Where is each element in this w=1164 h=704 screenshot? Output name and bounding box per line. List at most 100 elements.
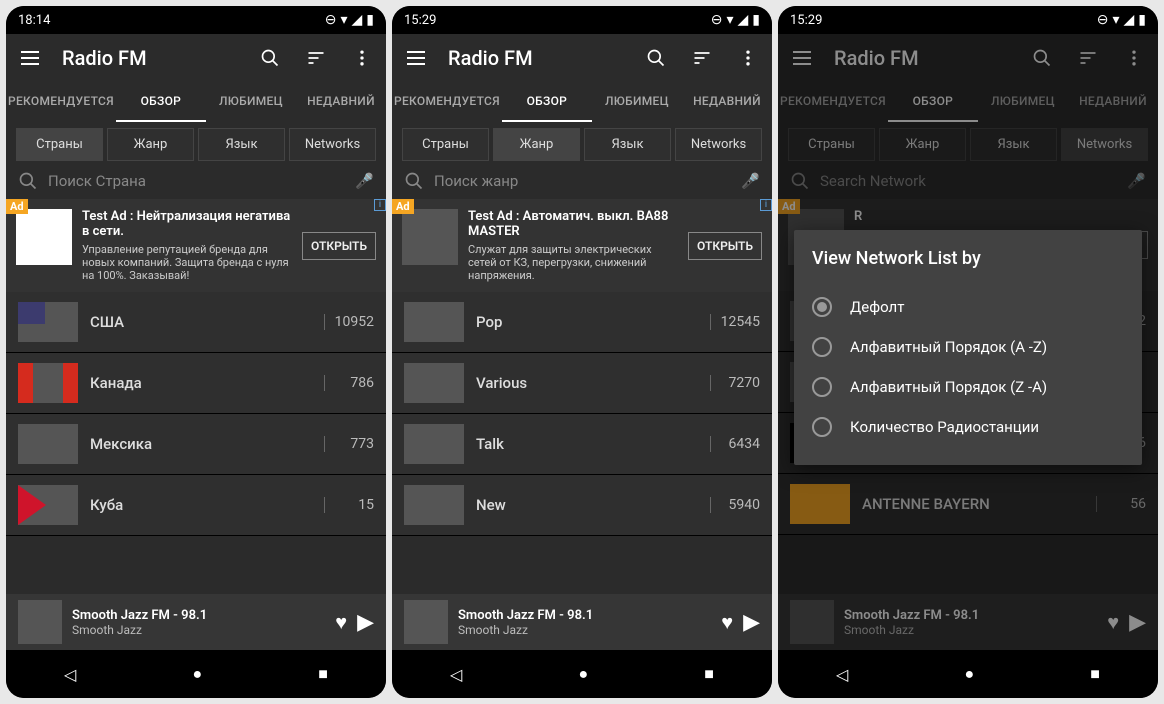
option-label: Алфавитный Порядок (Z -A) [850,378,1047,396]
subtab-language[interactable]: Язык [970,128,1057,161]
ad-info-icon[interactable]: i [760,199,772,211]
list-item[interactable]: Канада 786 [6,353,386,414]
tab-browse[interactable]: ОБЗОР [502,82,592,122]
radio-icon[interactable] [812,337,832,357]
search-icon[interactable] [256,44,284,72]
np-subtitle: Smooth Jazz [844,623,1097,637]
ad-image [402,209,458,265]
country-list[interactable]: США 10952 Канада 786 Мексика 773 Куба 15 [6,292,386,594]
now-playing-bar[interactable]: Smooth Jazz FM - 98.1 Smooth Jazz ♥ ▶ [392,594,772,650]
tab-recent[interactable]: НЕДАВНИЙ [682,82,772,122]
play-icon[interactable]: ▶ [1129,610,1146,635]
np-subtitle: Smooth Jazz [458,623,711,637]
app-bar: Radio FM [6,34,386,82]
subtab-countries[interactable]: Страны [402,128,489,161]
back-icon[interactable]: ◁ [450,665,462,684]
home-icon[interactable]: ● [192,664,202,684]
search-row[interactable]: Поиск Страна 🎤 [6,167,386,199]
sort-icon[interactable] [1074,44,1102,72]
nav-bar: ◁ ● ■ [778,650,1158,698]
mic-icon[interactable]: 🎤 [741,172,760,190]
tab-recent[interactable]: НЕДАВНИЙ [1068,82,1158,122]
home-icon[interactable]: ● [964,664,974,684]
heart-icon[interactable]: ♥ [335,610,347,635]
mic-icon[interactable]: 🎤 [355,172,374,190]
recents-icon[interactable]: ■ [704,664,714,684]
tab-browse[interactable]: ОБЗОР [888,82,978,122]
recents-icon[interactable]: ■ [318,664,328,684]
genre-icon [404,485,464,525]
subtab-countries[interactable]: Страны [16,128,103,161]
tab-favorite[interactable]: ЛЮБИМЕЦ [592,82,682,122]
menu-icon[interactable] [402,44,430,72]
item-count: 56 [1096,496,1146,512]
radio-icon[interactable] [812,377,832,397]
tab-favorite[interactable]: ЛЮБИМЕЦ [206,82,296,122]
overflow-icon[interactable] [348,44,376,72]
menu-icon[interactable] [16,44,44,72]
play-icon[interactable]: ▶ [357,610,374,635]
subtab-genre[interactable]: Жанр [879,128,966,161]
overflow-icon[interactable] [1120,44,1148,72]
dialog-option[interactable]: Алфавитный Порядок (A -Z) [812,327,1124,367]
back-icon[interactable]: ◁ [64,665,76,684]
back-icon[interactable]: ◁ [836,665,848,684]
dialog-option[interactable]: Количество Радиостанции [812,407,1124,447]
sort-icon[interactable] [302,44,330,72]
option-label: Дефолт [850,298,904,316]
tab-favorite[interactable]: ЛЮБИМЕЦ [978,82,1068,122]
ad-banner[interactable]: Ad i Test Ad : Нейтрализация негатива в … [6,199,386,292]
ad-info-icon[interactable]: i [374,199,386,211]
search-row[interactable]: Поиск жанр 🎤 [392,167,772,199]
list-item[interactable]: Various 7270 [392,353,772,414]
subtab-countries[interactable]: Страны [788,128,875,161]
subtab-language[interactable]: Язык [198,128,285,161]
tab-recommended[interactable]: РЕКОМЕНДУЕТСЯ [778,82,888,122]
sort-icon[interactable] [688,44,716,72]
mic-icon[interactable]: 🎤 [1127,172,1146,190]
subtab-networks[interactable]: Networks [1061,128,1148,161]
genre-list[interactable]: Pop 12545 Various 7270 Talk 6434 New 594… [392,292,772,594]
search-icon[interactable] [642,44,670,72]
list-item[interactable]: Pop 12545 [392,292,772,353]
subtab-genre[interactable]: Жанр [493,128,580,161]
tab-recommended[interactable]: РЕКОМЕНДУЕТСЯ [392,82,502,122]
dialog-option[interactable]: Алфавитный Порядок (Z -A) [812,367,1124,407]
now-playing-bar[interactable]: Smooth Jazz FM - 98.1 Smooth Jazz ♥ ▶ [6,594,386,650]
recents-icon[interactable]: ■ [1090,664,1100,684]
subtab-networks[interactable]: Networks [289,128,376,161]
ad-cta-button[interactable]: ОТКРЫТЬ [302,232,376,260]
item-count: 6434 [710,436,760,452]
nav-bar: ◁ ● ■ [392,650,772,698]
ad-body: Управление репутацией бренда для новых к… [82,243,292,282]
search-icon[interactable] [1028,44,1056,72]
home-icon[interactable]: ● [578,664,588,684]
list-item[interactable]: Мексика 773 [6,414,386,475]
ad-banner[interactable]: Ad i Test Ad : Автоматич. выкл. BA88 MAS… [392,199,772,292]
heart-icon[interactable]: ♥ [1107,610,1119,635]
list-item[interactable]: ANTENNE BAYERN 56 [778,474,1158,535]
tab-browse[interactable]: ОБЗОР [116,82,206,122]
now-playing-bar[interactable]: Smooth Jazz FM - 98.1 Smooth Jazz ♥ ▶ [778,594,1158,650]
radio-icon[interactable] [812,297,832,317]
ad-cta-button[interactable]: ОТКРЫТЬ [688,232,762,260]
menu-icon[interactable] [788,44,816,72]
tab-recommended[interactable]: РЕКОМЕНДУЕТСЯ [6,82,116,122]
list-item[interactable]: Куба 15 [6,475,386,536]
subtab-networks[interactable]: Networks [675,128,762,161]
tab-recent[interactable]: НЕДАВНИЙ [296,82,386,122]
list-item[interactable]: New 5940 [392,475,772,536]
play-icon[interactable]: ▶ [743,610,760,635]
page-title: Radio FM [62,46,238,70]
list-item[interactable]: США 10952 [6,292,386,353]
subtab-language[interactable]: Язык [584,128,671,161]
heart-icon[interactable]: ♥ [721,610,733,635]
np-title: Smooth Jazz FM - 98.1 [72,608,325,623]
dialog-option[interactable]: Дефолт [812,287,1124,327]
radio-icon[interactable] [812,417,832,437]
list-item[interactable]: Talk 6434 [392,414,772,475]
subtab-genre[interactable]: Жанр [107,128,194,161]
search-row[interactable]: Search Network 🎤 [778,167,1158,199]
overflow-icon[interactable] [734,44,762,72]
nav-bar: ◁ ● ■ [6,650,386,698]
